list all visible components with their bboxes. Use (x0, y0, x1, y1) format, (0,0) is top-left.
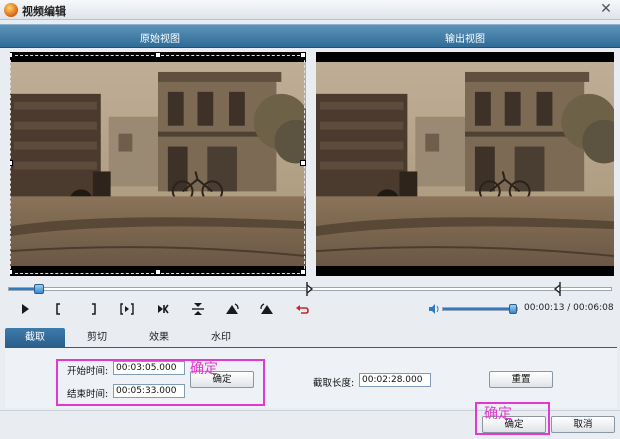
title-bar: 视频编辑 ✕ (0, 0, 620, 20)
ok-annotation: 确定 (484, 406, 512, 422)
trim-length-field: 00:02:28.000 (359, 373, 431, 387)
crop-handle-left[interactable] (10, 160, 13, 166)
tab-effects[interactable]: 效果 (129, 328, 189, 347)
flip-vertical-icon[interactable] (189, 300, 207, 318)
tab-watermark[interactable]: 水印 (191, 328, 251, 347)
mark-in-icon[interactable] (50, 300, 68, 318)
end-time-field[interactable]: 00:05:33.000 (113, 384, 185, 398)
output-view-label: 输出视图 (445, 34, 485, 45)
output-video-frame (316, 62, 614, 266)
rotate-right-icon[interactable] (258, 300, 276, 318)
end-time-label: 结束时间: (67, 389, 109, 400)
original-view-label: 原始视图 (140, 34, 180, 45)
crop-handle-bottom[interactable] (155, 269, 161, 275)
original-video-frame (10, 62, 306, 266)
preview-header: 原始视图 输出视图 (0, 24, 620, 48)
end-marker-icon[interactable] (553, 282, 561, 296)
trim-annotation: 确定 (190, 361, 218, 377)
skip-to-end-icon[interactable] (154, 300, 172, 318)
crop-handle-bottom-right[interactable] (300, 269, 306, 275)
next-frame-icon[interactable] (118, 300, 136, 318)
output-preview (316, 52, 614, 276)
window-title: 视频编辑 (22, 5, 66, 18)
rotate-left-icon[interactable] (223, 300, 241, 318)
tab-trim[interactable]: 截取 (5, 328, 65, 347)
volume-icon[interactable] (428, 303, 440, 315)
crop-handle-top-right[interactable] (300, 52, 306, 58)
time-readout: 00:00:13 / 00:06:08 (524, 303, 614, 313)
tab-cut[interactable]: 剪切 (67, 328, 127, 347)
timeline-slider[interactable] (8, 282, 612, 296)
crop-handle-right[interactable] (300, 160, 306, 166)
footer-divider (0, 410, 620, 411)
close-button[interactable]: ✕ (598, 1, 614, 17)
mark-out-icon[interactable] (84, 300, 102, 318)
original-preview[interactable] (10, 52, 306, 276)
play-icon[interactable] (16, 300, 34, 318)
volume-slider[interactable] (442, 304, 518, 314)
trim-length-label: 截取长度: (313, 378, 355, 389)
volume-level (443, 308, 513, 310)
app-logo-icon (4, 3, 18, 17)
start-time-field[interactable]: 00:03:05.000 (113, 361, 185, 375)
timeline-thumb[interactable] (34, 284, 44, 294)
volume-thumb[interactable] (509, 304, 517, 314)
undo-icon[interactable] (293, 300, 311, 318)
crop-handle-top[interactable] (155, 52, 161, 58)
crop-handle-bottom-left[interactable] (10, 269, 13, 275)
crop-handle-top-left[interactable] (10, 52, 13, 58)
cancel-button[interactable]: 取消 (551, 416, 615, 433)
reset-button[interactable]: 重置 (489, 371, 553, 388)
trim-panel: 开始时间: 00:03:05.000 结束时间: 00:05:33.000 确定… (5, 348, 617, 408)
start-marker-icon[interactable] (306, 282, 314, 296)
start-time-label: 开始时间: (67, 366, 109, 377)
